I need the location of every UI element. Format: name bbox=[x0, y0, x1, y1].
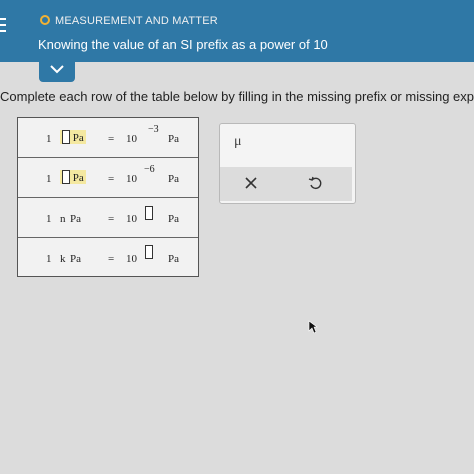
exponent: −3 bbox=[148, 124, 159, 135]
coefficient: 1 bbox=[46, 213, 52, 225]
prefix-input[interactable] bbox=[62, 130, 70, 144]
prefix-input[interactable] bbox=[62, 170, 70, 184]
table-row: 1 n Pa = 10 Pa bbox=[18, 198, 198, 238]
unit: Pa bbox=[70, 213, 81, 225]
base-ten: 10 bbox=[126, 133, 137, 145]
unit: Pa bbox=[70, 253, 81, 265]
topic-title: Knowing the value of an SI prefix as a p… bbox=[38, 37, 328, 52]
prefix: k bbox=[60, 253, 66, 265]
equals-sign: = bbox=[108, 133, 115, 145]
unit: Pa bbox=[72, 172, 84, 184]
prefix: n bbox=[60, 213, 66, 225]
result-unit: Pa bbox=[168, 253, 179, 265]
base-ten: 10 bbox=[126, 173, 137, 185]
equals-sign: = bbox=[108, 173, 115, 185]
exponent-input[interactable] bbox=[145, 245, 153, 259]
table-row: 1 k Pa = 10 Pa bbox=[18, 238, 198, 278]
result-unit: Pa bbox=[168, 213, 179, 225]
result-unit: Pa bbox=[168, 173, 179, 185]
symbol-palette: μ bbox=[219, 123, 356, 204]
equals-sign: = bbox=[108, 253, 115, 265]
topic-category: MEASUREMENT AND MATTER bbox=[40, 15, 218, 27]
mouse-cursor-icon bbox=[308, 320, 318, 334]
category-label: MEASUREMENT AND MATTER bbox=[55, 15, 218, 27]
exponent: −6 bbox=[144, 164, 155, 175]
prefix-answer-cell[interactable]: Pa bbox=[60, 130, 86, 144]
base-ten: 10 bbox=[126, 253, 137, 265]
coefficient: 1 bbox=[46, 173, 52, 185]
collapse-toggle[interactable] bbox=[39, 60, 75, 82]
status-ring-icon bbox=[40, 15, 50, 25]
chevron-down-icon bbox=[50, 65, 64, 74]
table-row: 1 Pa = 10 −6 Pa bbox=[18, 158, 198, 198]
instruction-text: Complete each row of the table below by … bbox=[0, 89, 474, 104]
coefficient: 1 bbox=[46, 133, 52, 145]
top-header: MEASUREMENT AND MATTER Knowing the value… bbox=[0, 0, 474, 62]
undo-icon[interactable] bbox=[308, 176, 322, 190]
result-unit: Pa bbox=[168, 133, 179, 145]
prefix-table: 1 Pa = 10 −3 Pa 1 Pa = 10 −6 Pa 1 n Pa =… bbox=[17, 117, 199, 277]
prefix-answer-cell[interactable]: Pa bbox=[60, 170, 86, 184]
menu-icon[interactable] bbox=[0, 18, 6, 36]
table-row: 1 Pa = 10 −3 Pa bbox=[18, 118, 198, 158]
close-icon[interactable] bbox=[244, 176, 258, 190]
exponent-input[interactable] bbox=[145, 206, 153, 220]
coefficient: 1 bbox=[46, 253, 52, 265]
equals-sign: = bbox=[108, 213, 115, 225]
palette-actions bbox=[220, 167, 352, 201]
unit: Pa bbox=[72, 132, 84, 144]
base-ten: 10 bbox=[126, 213, 137, 225]
mu-symbol-button[interactable]: μ bbox=[234, 134, 242, 150]
